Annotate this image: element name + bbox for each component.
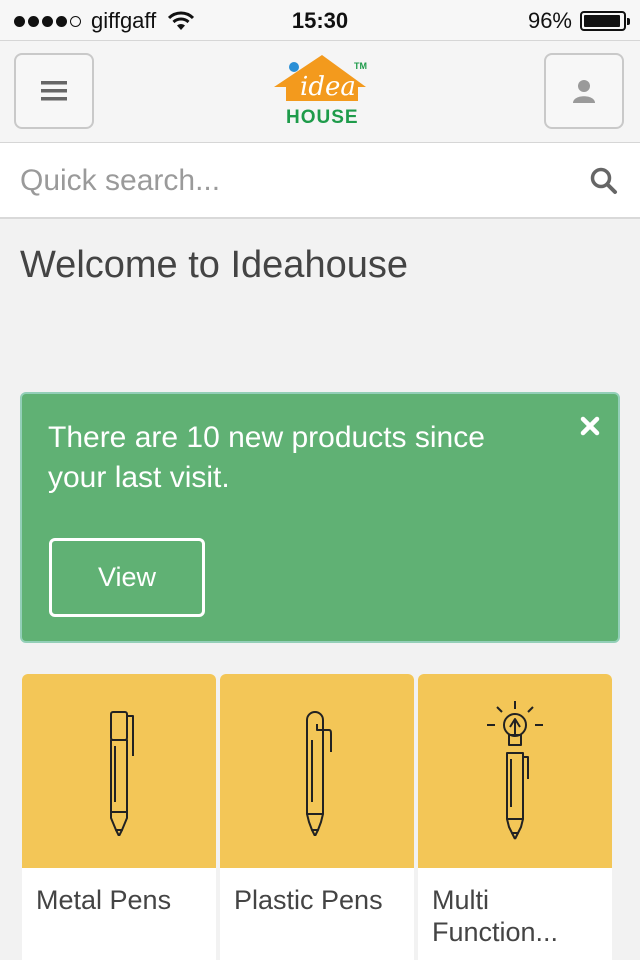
product-card-multi-function[interactable]: Multi Function... <box>418 674 612 960</box>
alert-message: There are 10 new products since your las… <box>48 421 485 494</box>
card-label: Plastic Pens <box>234 885 383 915</box>
ideahouse-logo[interactable]: idea TM HOUSE <box>270 49 374 129</box>
logo-tm: TM <box>354 61 367 71</box>
close-icon[interactable] <box>580 416 600 436</box>
user-account-button[interactable] <box>544 53 624 129</box>
search-bar <box>0 143 640 219</box>
logo-subtext: HOUSE <box>286 107 359 128</box>
search-icon[interactable] <box>590 167 618 195</box>
logo-text: idea <box>300 72 356 102</box>
product-card-plastic-pens[interactable]: Plastic Pens <box>220 674 414 960</box>
card-image <box>22 674 216 868</box>
app-header: idea TM HOUSE <box>0 40 640 143</box>
page-title: Welcome to Ideahouse <box>20 244 408 286</box>
search-input[interactable] <box>20 157 560 205</box>
multi-function-pen-icon <box>487 701 543 840</box>
card-label: Multi Function... <box>432 885 559 947</box>
card-image <box>220 674 414 868</box>
menu-button[interactable] <box>14 53 94 129</box>
user-icon <box>573 80 595 103</box>
hamburger-icon <box>41 81 67 101</box>
product-card-metal-pens[interactable]: Metal Pens <box>22 674 216 960</box>
product-categories: Metal Pens Plastic Pens Multi Function..… <box>22 674 618 960</box>
status-bar: giffgaff 15:30 96% <box>0 0 640 40</box>
card-image <box>418 674 612 868</box>
battery-icon <box>580 11 630 31</box>
plastic-pen-icon <box>306 711 332 836</box>
status-right: 96% <box>527 8 630 34</box>
card-label: Metal Pens <box>36 885 172 915</box>
metal-pen-icon <box>110 711 134 836</box>
battery-percent: 96% <box>527 8 572 33</box>
view-button[interactable]: View <box>49 538 205 617</box>
new-products-alert: There are 10 new products since your las… <box>20 392 620 643</box>
